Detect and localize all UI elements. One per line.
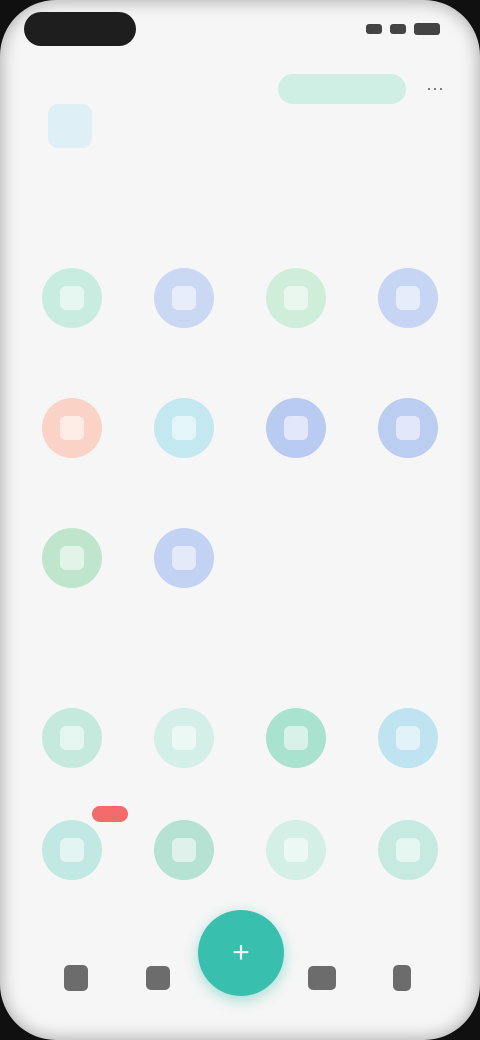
grid-icon bbox=[146, 966, 170, 990]
app-icon bbox=[154, 268, 214, 328]
phone-screen: ⋯ + bbox=[0, 0, 480, 1040]
app-icon bbox=[378, 708, 438, 768]
app-icon bbox=[266, 398, 326, 458]
app-item[interactable] bbox=[16, 268, 128, 388]
app-icon bbox=[42, 708, 102, 768]
page-header: ⋯ bbox=[0, 60, 480, 200]
nav-profile-button[interactable] bbox=[382, 958, 422, 998]
app-icon bbox=[154, 708, 214, 768]
signal-icon bbox=[366, 24, 382, 34]
app-item[interactable] bbox=[352, 708, 464, 828]
battery-icon bbox=[414, 23, 440, 35]
app-item[interactable] bbox=[16, 806, 128, 940]
chat-icon bbox=[308, 966, 336, 990]
app-icon bbox=[378, 268, 438, 328]
wifi-icon bbox=[390, 24, 406, 34]
app-icon bbox=[42, 528, 102, 588]
app-glyph bbox=[396, 286, 420, 310]
nav-grid-button[interactable] bbox=[138, 958, 178, 998]
app-glyph bbox=[172, 546, 196, 570]
app-item[interactable] bbox=[352, 268, 464, 388]
app-item[interactable] bbox=[128, 268, 240, 388]
app-item[interactable] bbox=[352, 398, 464, 518]
app-glyph bbox=[396, 838, 420, 862]
app-glyph bbox=[60, 726, 84, 750]
app-glyph bbox=[60, 546, 84, 570]
app-icon bbox=[266, 268, 326, 328]
app-item[interactable] bbox=[240, 708, 352, 828]
plus-icon: + bbox=[232, 936, 250, 969]
app-icon bbox=[266, 708, 326, 768]
app-glyph bbox=[60, 416, 84, 440]
app-item[interactable] bbox=[128, 398, 240, 518]
app-glyph bbox=[396, 416, 420, 440]
app-icon bbox=[378, 820, 438, 880]
home-icon bbox=[64, 965, 88, 991]
notification-badge bbox=[92, 806, 128, 822]
app-glyph bbox=[284, 286, 308, 310]
app-item[interactable] bbox=[240, 268, 352, 388]
app-glyph bbox=[60, 286, 84, 310]
app-icon bbox=[154, 528, 214, 588]
app-glyph bbox=[172, 726, 196, 750]
nav-chat-button[interactable] bbox=[302, 958, 342, 998]
app-glyph bbox=[60, 838, 84, 862]
fab-add-button[interactable]: + bbox=[198, 910, 284, 996]
app-item[interactable] bbox=[16, 528, 128, 648]
app-glyph bbox=[396, 726, 420, 750]
app-icon bbox=[42, 268, 102, 328]
status-indicators bbox=[354, 20, 440, 38]
header-action-button[interactable] bbox=[278, 74, 406, 104]
status-time-pill bbox=[24, 12, 136, 46]
app-icon bbox=[154, 820, 214, 880]
app-glyph bbox=[284, 726, 308, 750]
app-item[interactable] bbox=[16, 398, 128, 518]
app-item[interactable] bbox=[128, 708, 240, 828]
app-icon bbox=[154, 398, 214, 458]
logo-icon bbox=[48, 104, 92, 148]
app-glyph bbox=[172, 416, 196, 440]
app-glyph bbox=[172, 286, 196, 310]
profile-icon bbox=[393, 965, 411, 991]
app-item[interactable] bbox=[352, 820, 464, 940]
app-icon bbox=[42, 398, 102, 458]
status-bar bbox=[0, 0, 480, 60]
app-icon bbox=[266, 820, 326, 880]
app-glyph bbox=[284, 416, 308, 440]
app-glyph bbox=[284, 838, 308, 862]
nav-home-button[interactable] bbox=[56, 958, 96, 998]
app-icon bbox=[42, 820, 102, 880]
app-icon bbox=[378, 398, 438, 458]
app-item[interactable] bbox=[128, 528, 240, 648]
bottom-navigation: + bbox=[0, 910, 480, 1040]
app-glyph bbox=[172, 838, 196, 862]
app-item[interactable] bbox=[240, 398, 352, 518]
more-icon[interactable]: ⋯ bbox=[420, 74, 450, 104]
